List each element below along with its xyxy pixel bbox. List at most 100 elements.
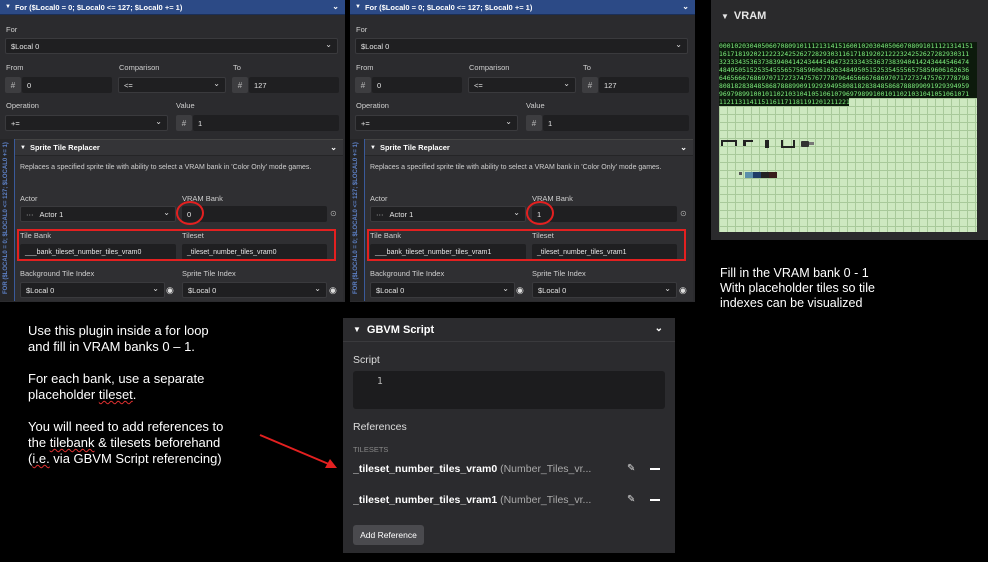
reference-detail: (Number_Tiles_vr...	[500, 463, 592, 475]
edit-pencil-icon[interactable]: ✎	[627, 494, 635, 505]
for-event-header[interactable]: ▼ For ($Local0 = 0; $Local0 <= 127; $Loc…	[350, 0, 695, 15]
edit-pencil-icon[interactable]: ✎	[627, 463, 635, 474]
line-number: 1	[377, 376, 383, 387]
from-input[interactable]: 0	[372, 77, 462, 93]
for-label: For	[6, 25, 18, 34]
remove-reference-icon[interactable]	[650, 499, 660, 501]
from-label: From	[356, 63, 374, 72]
reference-name: _tileset_number_tiles_vram0	[353, 463, 498, 475]
instructions-text: via GBVM Script referencing)	[49, 451, 222, 466]
vram-tile-row: 3233343536373839404142434445464732333435…	[719, 58, 977, 66]
variable-type-icon[interactable]: ◉	[166, 285, 174, 296]
sprite-tile-replacer-header[interactable]: ▼ Sprite Tile Replacer ⌄	[15, 140, 343, 156]
variable-type-icon[interactable]: ◉	[329, 285, 337, 296]
value-type-hash-button[interactable]: #	[176, 115, 192, 131]
value-type-hash-button[interactable]: #	[355, 77, 371, 93]
for-event-panel-left: ▼ For ($Local0 = 0; $Local0 <= 127; $Loc…	[0, 0, 345, 302]
vram-tile-row: 9697989910010110210310410510610796979899…	[719, 90, 977, 98]
bg-tile-index-select[interactable]: $Local 0 ⌄	[370, 282, 515, 298]
from-input[interactable]: 0	[22, 77, 112, 93]
sprite-tile	[721, 140, 737, 146]
sprite-tile	[781, 140, 795, 148]
sprite-tile	[769, 172, 777, 178]
sprite-tile-replacer-header[interactable]: ▼ Sprite Tile Replacer ⌄	[365, 140, 693, 156]
chevron-down-icon[interactable]: ⌄	[332, 2, 339, 11]
vram-title: ▼ VRAM	[721, 10, 766, 22]
chevron-down-icon[interactable]: ⌄	[680, 143, 687, 152]
vram-tile-row: 4849505152535455565758596061626348495051…	[719, 66, 977, 74]
collapse-triangle-icon[interactable]: ▼	[355, 4, 361, 10]
vram-note-line: Fill in the VRAM bank 0 - 1	[720, 266, 869, 280]
sprite-tile	[809, 142, 814, 145]
to-input[interactable]: 127	[599, 77, 689, 93]
sprite-tile	[801, 141, 809, 147]
comparison-select[interactable]: <= ⌄	[468, 77, 576, 93]
for-variable-select[interactable]: $Local 0 ⌄	[355, 38, 688, 54]
operation-select[interactable]: += ⌄	[5, 115, 168, 131]
value-type-hash-button[interactable]: #	[5, 77, 21, 93]
chevron-down-icon: ⌄	[664, 284, 671, 293]
value-type-hash-button[interactable]: #	[526, 115, 542, 131]
operation-value: +=	[11, 118, 20, 128]
bg-tile-index-label: Background Tile Index	[370, 269, 445, 278]
comparison-label: Comparison	[469, 63, 510, 72]
collapse-triangle-icon[interactable]: ▼	[370, 145, 376, 151]
for-loop-side-bar[interactable]: FOR ($LOCAL0 = 0; $LOCAL0 <= 127; $LOCAL…	[350, 139, 365, 301]
actor-select[interactable]: ⋯ Actor 1 ⌄	[370, 206, 526, 222]
instructions-paragraph: Use this plugin inside a for loop and fi…	[28, 323, 328, 355]
remove-reference-icon[interactable]	[650, 468, 660, 470]
sprite-tile-index-value: $Local 0	[538, 285, 567, 295]
gbvm-script-header[interactable]: ▼ GBVM Script ⌄	[343, 318, 675, 342]
operation-select[interactable]: += ⌄	[355, 115, 518, 131]
settings-icon[interactable]: ⊙	[330, 209, 337, 218]
script-editor[interactable]: 1	[353, 371, 665, 409]
for-loop-side-bar[interactable]: FOR ($LOCAL0 = 0; $LOCAL0 <= 127; $LOCAL…	[0, 139, 15, 301]
variable-type-icon[interactable]: ◉	[679, 285, 687, 296]
value-input[interactable]: 1	[543, 115, 689, 131]
for-event-title: For ($Local0 = 0; $Local0 <= 127; $Local…	[364, 2, 533, 12]
collapse-triangle-icon[interactable]: ▼	[5, 4, 11, 10]
value-type-hash-button[interactable]: #	[232, 77, 248, 93]
collapse-triangle-icon[interactable]: ▼	[20, 145, 26, 151]
value-label: Value	[526, 101, 545, 110]
reference-item: _tileset_number_tiles_vram1 (Number_Tile…	[353, 494, 633, 506]
sprite-tile-index-select[interactable]: $Local 0 ⌄	[532, 282, 677, 298]
chevron-down-icon[interactable]: ⌄	[330, 143, 337, 152]
sprite-tile-index-select[interactable]: $Local 0 ⌄	[182, 282, 327, 298]
for-event-header[interactable]: ▼ For ($Local0 = 0; $Local0 <= 127; $Loc…	[0, 0, 345, 15]
chevron-down-icon[interactable]: ⌄	[655, 323, 663, 334]
chevron-down-icon: ⌄	[502, 284, 509, 293]
comparison-select[interactable]: <= ⌄	[118, 77, 226, 93]
reference-name: _tileset_number_tiles_vram1	[353, 494, 498, 506]
sprite-tile	[739, 172, 742, 175]
for-variable-select[interactable]: $Local 0 ⌄	[5, 38, 338, 54]
collapse-triangle-icon[interactable]: ▼	[721, 12, 729, 21]
value-input[interactable]: 1	[193, 115, 339, 131]
value-label: Value	[176, 101, 195, 110]
to-input[interactable]: 127	[249, 77, 339, 93]
settings-icon[interactable]: ⊙	[680, 209, 687, 218]
for-label: For	[356, 25, 368, 34]
vram-note: Fill in the VRAM bank 0 - 1 With placeho…	[720, 266, 980, 311]
instructions-line: and fill in VRAM banks 0 – 1.	[28, 339, 195, 354]
vram-title-text: VRAM	[733, 10, 767, 22]
value-type-hash-button[interactable]: #	[582, 77, 598, 93]
tile-bank-highlight-box	[17, 229, 336, 261]
bg-tile-index-select[interactable]: $Local 0 ⌄	[20, 282, 165, 298]
collapse-triangle-icon[interactable]: ▼	[353, 325, 361, 334]
actor-select[interactable]: ⋯ Actor 1 ⌄	[20, 206, 176, 222]
for-event-panel-right: ▼ For ($Local0 = 0; $Local0 <= 127; $Loc…	[350, 0, 695, 302]
instructions-line: You will need to add references to	[28, 419, 224, 434]
variable-type-icon[interactable]: ◉	[516, 285, 524, 296]
actor-label: Actor	[20, 194, 38, 203]
for-loop-side-label: FOR ($LOCAL0 = 0; $LOCAL0 <= 127; $LOCAL…	[353, 142, 359, 294]
sprite-tile-index-label: Sprite Tile Index	[532, 269, 586, 278]
vram-tile-row: 1617181920212223242526272829303116171819…	[719, 50, 977, 58]
instructions-line: Use this plugin inside a for loop	[28, 323, 209, 338]
chevron-down-icon[interactable]: ⌄	[682, 2, 689, 11]
reference-item: _tileset_number_tiles_vram0 (Number_Tile…	[353, 463, 633, 475]
sprite-tile	[743, 140, 753, 146]
sprite-tile-index-value: $Local 0	[188, 285, 217, 295]
add-reference-button[interactable]: Add Reference	[353, 525, 424, 545]
comparison-value: <=	[124, 80, 133, 90]
